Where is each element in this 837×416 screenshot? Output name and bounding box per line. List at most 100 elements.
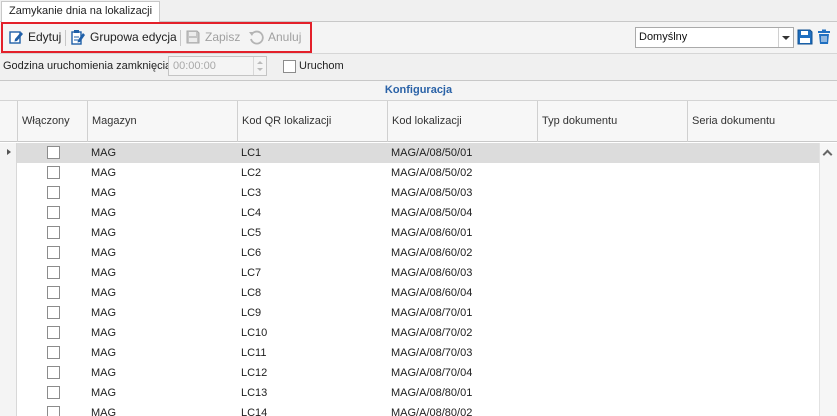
table-row[interactable]: MAG LC4 MAG/A/08/50/04 xyxy=(0,203,819,223)
cell-warehouse: MAG xyxy=(91,187,117,199)
cell-warehouse: MAG xyxy=(91,247,117,259)
column-header-qr-code[interactable]: Kod QR lokalizacji xyxy=(237,101,388,142)
cell-warehouse: MAG xyxy=(91,167,117,179)
column-header-warehouse[interactable]: Magazyn xyxy=(87,101,238,142)
delete-layout-button[interactable] xyxy=(815,27,833,47)
cell-qr-code: LC7 xyxy=(241,267,262,279)
cell-qr-code: LC9 xyxy=(241,307,262,319)
row-indicator-header xyxy=(0,101,17,142)
cell-qr-code: LC5 xyxy=(241,227,262,239)
table-row[interactable]: MAG LC10 MAG/A/08/70/02 xyxy=(0,323,819,343)
row-indicator[interactable] xyxy=(0,183,17,203)
cell-location-code: MAG/A/08/70/02 xyxy=(391,327,473,339)
cell-location-code: MAG/A/08/80/01 xyxy=(391,387,473,399)
row-indicator[interactable] xyxy=(0,403,17,416)
edit-button[interactable]: Edytuj xyxy=(8,27,61,47)
toolbar-separator xyxy=(65,30,66,46)
enabled-checkbox[interactable] xyxy=(47,306,60,319)
row-indicator[interactable] xyxy=(0,363,17,383)
table-row[interactable]: MAG LC11 MAG/A/08/70/03 xyxy=(0,343,819,363)
cell-warehouse: MAG xyxy=(91,207,117,219)
enabled-checkbox[interactable] xyxy=(47,326,60,339)
enabled-checkbox[interactable] xyxy=(47,146,60,159)
cell-warehouse: MAG xyxy=(91,407,117,416)
cell-location-code: MAG/A/08/50/01 xyxy=(391,147,473,159)
table-row[interactable]: MAG LC2 MAG/A/08/50/02 xyxy=(0,163,819,183)
run-checkbox[interactable] xyxy=(283,60,296,73)
enabled-checkbox[interactable] xyxy=(47,226,60,239)
row-indicator[interactable] xyxy=(0,343,17,363)
cell-qr-code: LC13 xyxy=(241,387,268,399)
row-indicator[interactable] xyxy=(0,323,17,343)
enabled-checkbox[interactable] xyxy=(47,386,60,399)
row-indicator[interactable] xyxy=(0,263,17,283)
enabled-checkbox[interactable] xyxy=(47,266,60,279)
table-row[interactable]: MAG LC3 MAG/A/08/50/03 xyxy=(0,183,819,203)
cancel-button[interactable]: Anuluj xyxy=(248,27,301,47)
enabled-checkbox[interactable] xyxy=(47,246,60,259)
enabled-checkbox[interactable] xyxy=(47,206,60,219)
edit-button-label: Edytuj xyxy=(28,30,62,44)
row-indicator[interactable] xyxy=(0,243,17,263)
column-header-location-code[interactable]: Kod lokalizacji xyxy=(387,101,538,142)
time-spinner[interactable] xyxy=(253,57,266,75)
save-icon xyxy=(186,30,200,44)
scroll-up-icon[interactable] xyxy=(822,149,833,160)
config-grid: Konfiguracja Włączony Magazyn Kod QR lok… xyxy=(0,80,837,416)
cell-location-code: MAG/A/08/60/02 xyxy=(391,247,473,259)
save-button-label: Zapisz xyxy=(205,30,241,44)
table-row[interactable]: MAG LC8 MAG/A/08/60/04 xyxy=(0,283,819,303)
row-indicator[interactable] xyxy=(0,383,17,403)
table-row[interactable]: MAG LC7 MAG/A/08/60/03 xyxy=(0,263,819,283)
group-edit-icon xyxy=(71,30,85,45)
table-row[interactable]: MAG LC14 MAG/A/08/80/02 xyxy=(0,403,819,416)
enabled-checkbox[interactable] xyxy=(47,366,60,379)
row-indicator[interactable] xyxy=(0,203,17,223)
column-header-document-series[interactable]: Seria dokumentu xyxy=(687,101,837,142)
save-layout-button[interactable] xyxy=(796,27,814,47)
cell-location-code: MAG/A/08/60/01 xyxy=(391,227,473,239)
enabled-checkbox[interactable] xyxy=(47,186,60,199)
vertical-scrollbar[interactable] xyxy=(819,143,837,416)
row-indicator[interactable] xyxy=(0,143,17,163)
cell-location-code: MAG/A/08/50/03 xyxy=(391,187,473,199)
run-label: Uruchom xyxy=(299,60,344,72)
cell-qr-code: LC8 xyxy=(241,287,262,299)
cell-warehouse: MAG xyxy=(91,227,117,239)
grid-rows: MAG LC1 MAG/A/08/50/01 MAG LC2 MAG/A/08/50/02… xyxy=(0,143,819,416)
enabled-checkbox[interactable] xyxy=(47,406,60,416)
tab-day-closing[interactable]: Zamykanie dnia na lokalizacji xyxy=(1,1,161,23)
column-header-enabled[interactable]: Włączony xyxy=(17,101,88,142)
cell-location-code: MAG/A/08/50/02 xyxy=(391,167,473,179)
spin-down-icon[interactable] xyxy=(257,68,263,71)
table-row[interactable]: MAG LC5 MAG/A/08/60/01 xyxy=(0,223,819,243)
table-row[interactable]: MAG LC12 MAG/A/08/70/04 xyxy=(0,363,819,383)
layout-combo[interactable]: Domyślny xyxy=(635,27,794,48)
cell-qr-code: LC2 xyxy=(241,167,262,179)
save-button[interactable]: Zapisz xyxy=(185,27,240,47)
table-row[interactable]: MAG LC13 MAG/A/08/80/01 xyxy=(0,383,819,403)
group-edit-button[interactable]: Grupowa edycja xyxy=(70,27,177,47)
row-indicator[interactable] xyxy=(0,163,17,183)
cell-location-code: MAG/A/08/50/04 xyxy=(391,207,473,219)
column-header-document-type[interactable]: Typ dokumentu xyxy=(537,101,688,142)
time-input[interactable]: 00:00:00 xyxy=(168,56,267,76)
enabled-checkbox[interactable] xyxy=(47,166,60,179)
row-indicator[interactable] xyxy=(0,223,17,243)
enabled-checkbox[interactable] xyxy=(47,346,60,359)
table-row[interactable]: MAG LC9 MAG/A/08/70/01 xyxy=(0,303,819,323)
row-indicator[interactable] xyxy=(0,303,17,323)
row-indicator[interactable] xyxy=(0,283,17,303)
spin-up-icon[interactable] xyxy=(257,61,263,64)
cell-location-code: MAG/A/08/70/04 xyxy=(391,367,473,379)
table-row[interactable]: MAG LC6 MAG/A/08/60/02 xyxy=(0,243,819,263)
toolbar-separator xyxy=(180,30,181,46)
trash-icon xyxy=(818,29,830,44)
save-layout-icon xyxy=(797,29,813,45)
grid-header-row: Włączony Magazyn Kod QR lokalizacji Kod … xyxy=(0,101,837,142)
table-row[interactable]: MAG LC1 MAG/A/08/50/01 xyxy=(0,143,819,163)
chevron-down-icon[interactable] xyxy=(778,28,793,47)
enabled-checkbox[interactable] xyxy=(47,286,60,299)
cell-location-code: MAG/A/08/70/01 xyxy=(391,307,473,319)
cell-warehouse: MAG xyxy=(91,347,117,359)
